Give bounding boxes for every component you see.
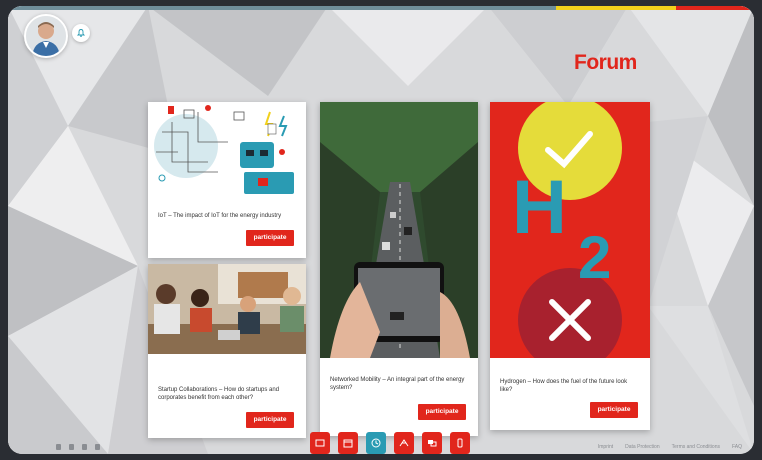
linkedin-icon[interactable] [95,444,100,450]
facebook-icon[interactable] [69,444,74,450]
bottom-dock [310,432,470,454]
stage-icon[interactable] [310,432,330,454]
participate-button[interactable]: participate [418,404,466,420]
footer-links: Imprint Data Protection Terms and Condit… [598,444,742,450]
participate-button[interactable]: participate [246,230,294,246]
chat-icon[interactable] [422,432,442,454]
h2-letter: H [512,165,567,250]
app-window: Forum IoT – The impact of IoT for the en… [8,6,754,454]
bell-icon [76,29,86,37]
card-caption: Networked Mobility – An integral part of… [330,377,465,391]
profile-photo [26,16,66,56]
page-title: Forum [574,51,637,74]
calendar-icon[interactable] [338,432,358,454]
user-avatar[interactable] [24,14,68,58]
iot-illustration [148,102,306,202]
notification-bell-icon[interactable] [72,24,90,42]
mobile-icon[interactable] [450,432,470,454]
participate-button[interactable]: participate [590,402,638,418]
top-accent-stripe [8,6,754,10]
forum-card-iot[interactable]: IoT – The impact of IoT for the energy i… [148,102,306,258]
participate-button[interactable]: participate [246,412,294,428]
bottom-bar: Imprint Data Protection Terms and Condit… [8,432,754,454]
footer-link-faq[interactable]: FAQ [732,444,742,450]
twitter-icon[interactable] [56,444,61,450]
footer-link-imprint[interactable]: Imprint [598,444,613,450]
instagram-icon[interactable] [82,444,87,450]
footer-link-terms[interactable]: Terms and Conditions [672,444,720,450]
clock-icon[interactable] [366,432,386,454]
social-links [56,444,100,450]
forum-card-startup[interactable]: Startup Collaborations – How do startups… [148,264,306,438]
footer-link-data-protection[interactable]: Data Protection [625,444,659,450]
forum-card-hydrogen[interactable]: H 2 Hydrogen – How does the fuel of the … [490,102,650,430]
card-caption: Startup Collaborations – How do startups… [158,387,280,401]
forum-card-mobility[interactable]: Networked Mobility – An integral part of… [320,102,478,436]
card-caption: IoT – The impact of IoT for the energy i… [158,213,282,219]
card-caption: Hydrogen – How does the fuel of the futu… [500,379,628,393]
network-icon[interactable] [394,432,414,454]
team-meeting-photo [148,264,306,354]
road-phone-photo [320,102,478,358]
h2-subscript: 2 [578,224,612,291]
